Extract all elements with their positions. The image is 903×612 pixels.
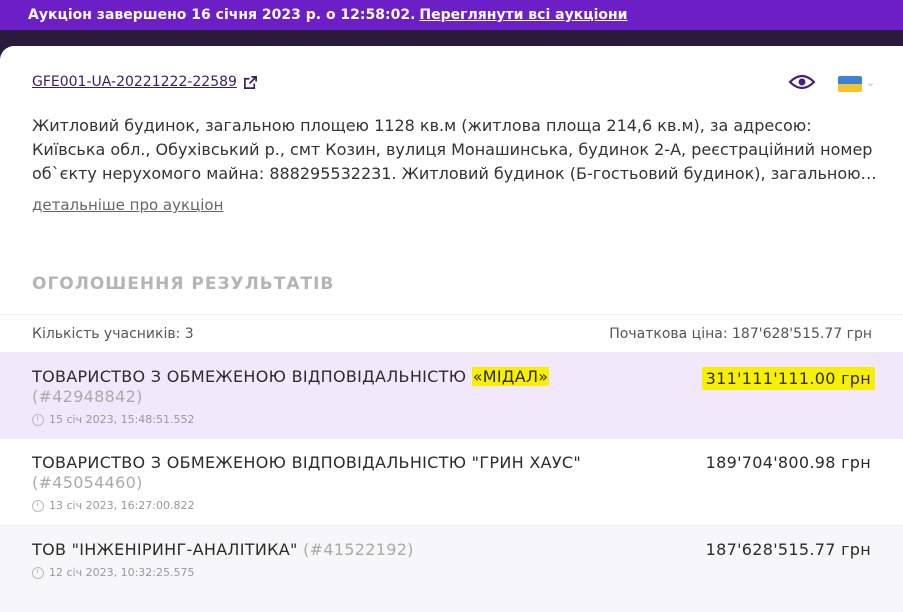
eye-icon[interactable]	[788, 72, 816, 92]
results-section-title: ОГОЛОШЕННЯ РЕЗУЛЬТАТІВ	[32, 274, 335, 294]
banner-text: Аукціон завершено 16 січня 2023 р. о 12:…	[28, 7, 416, 23]
auction-status-banner: Аукціон завершено 16 січня 2023 р. о 12:…	[0, 0, 903, 30]
bidder-name: ТОВ "ІНЖЕНІРИНГ-АНАЛІТИКА" (#41522192)	[32, 540, 414, 559]
results-meta: Кількість учасників: 3 Початкова ціна: 1…	[32, 326, 872, 342]
bid-row: ТОВАРИСТВО З ОБМЕЖЕНОЮ ВІДПОВІДАЛЬНІСТЮ …	[0, 438, 903, 525]
chevron-down-icon[interactable]: ⌄	[866, 76, 875, 89]
bid-price: 311'111'111.00 грн	[701, 367, 875, 390]
divider	[0, 314, 903, 315]
auction-id-link[interactable]: GFE001-UA-20221222-22589	[32, 74, 237, 90]
participants-count: Кількість учасників: 3	[32, 326, 194, 342]
auction-id-row: GFE001-UA-20221222-22589	[32, 74, 258, 90]
start-price: Початкова ціна: 187'628'515.77 грн	[609, 326, 872, 342]
view-all-auctions-link[interactable]: Переглянути всі аукціони	[419, 7, 627, 23]
external-link-icon[interactable]	[243, 75, 258, 90]
bidder-name: ТОВАРИСТВО З ОБМЕЖЕНОЮ ВІДПОВІДАЛЬНІСТЮ …	[32, 367, 550, 406]
bidder-name: ТОВАРИСТВО З ОБМЕЖЕНОЮ ВІДПОВІДАЛЬНІСТЮ …	[32, 453, 582, 492]
bid-timestamp: 13 січ 2023, 16:27:00.822	[32, 499, 871, 512]
auction-details-link[interactable]: детальніше про аукціон	[32, 196, 223, 214]
clock-icon	[32, 499, 44, 512]
bid-price: 189'704'800.98 грн	[705, 453, 871, 472]
clock-icon	[32, 566, 44, 579]
bid-row-winner: ТОВАРИСТВО З ОБМЕЖЕНОЮ ВІДПОВІДАЛЬНІСТЮ …	[0, 352, 903, 438]
auction-description: Житловий будинок, загальною площею 1128 …	[32, 116, 873, 183]
bidder-code: (#41522192)	[303, 540, 414, 559]
bidder-code: (#45054460)	[32, 473, 143, 492]
ukraine-flag-icon[interactable]	[838, 76, 862, 92]
clock-icon	[32, 413, 44, 426]
bid-price: 187'628'515.77 грн	[705, 540, 871, 559]
bid-timestamp: 12 січ 2023, 10:32:25.575	[32, 566, 871, 579]
auction-card: GFE001-UA-20221222-22589 ⌄ Житловий буди…	[0, 46, 903, 612]
bidder-code: (#42948842)	[32, 387, 143, 406]
bid-row: ТОВ "ІНЖЕНІРИНГ-АНАЛІТИКА" (#41522192) 1…	[0, 525, 903, 612]
bid-timestamp: 15 січ 2023, 15:48:51.552	[32, 413, 871, 426]
bidder-name-highlight: «МІДАЛ»	[471, 367, 550, 386]
banner-divider	[0, 30, 903, 46]
